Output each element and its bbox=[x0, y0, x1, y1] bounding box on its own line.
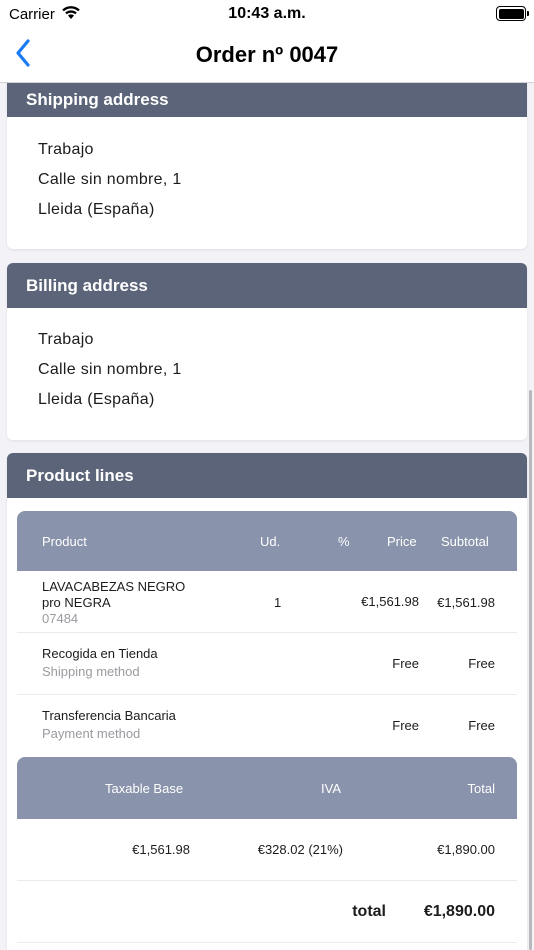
column-header-iva: IVA bbox=[321, 781, 341, 796]
page-title: Order nº 0047 bbox=[195, 42, 339, 67]
billing-address-line: Calle sin nombre, 1 bbox=[38, 361, 182, 378]
shipping-method-label: Shipping method bbox=[42, 664, 140, 679]
product-name: LAVACABEZAS NEGRO pro NEGRA bbox=[42, 579, 186, 610]
table-row: Recogida en Tienda Shipping method Free … bbox=[17, 633, 517, 695]
taxable-base-value: €1,561.98 bbox=[132, 842, 190, 857]
product-quantity: 1 bbox=[274, 595, 282, 610]
total-value: €1,890.00 bbox=[437, 842, 495, 857]
table-row: LAVACABEZAS NEGRO pro NEGRA 07484 1 €1,5… bbox=[17, 571, 517, 633]
column-header-product: Product bbox=[42, 534, 87, 549]
column-header-taxable-base: Taxable Base bbox=[105, 781, 184, 796]
payment-method-label: Payment method bbox=[42, 726, 141, 741]
billing-address-line: Lleida (España) bbox=[38, 391, 155, 408]
status-bar: Carrier 10:43 a.m. bbox=[0, 0, 534, 30]
payment-subtotal: Free bbox=[468, 718, 495, 733]
product-code: 07484 bbox=[42, 611, 79, 626]
scrollbar[interactable] bbox=[529, 390, 532, 950]
shipping-address-title: Shipping address bbox=[26, 90, 169, 109]
grand-total-row: total €1,890.00 bbox=[17, 881, 517, 943]
summary-table-header: Taxable Base IVA Total bbox=[17, 757, 517, 819]
shipping-price: Free bbox=[392, 656, 419, 671]
column-header-units: Ud. bbox=[260, 534, 281, 549]
grand-total-value: €1,890.00 bbox=[423, 903, 495, 920]
status-time: 10:43 a.m. bbox=[228, 5, 306, 22]
product-table: Product Ud. % Price Subtotal LAVACABEZAS… bbox=[17, 511, 517, 943]
billing-address-line: Trabajo bbox=[38, 331, 94, 348]
payment-method-name: Transferencia Bancaria bbox=[42, 708, 176, 723]
column-header-discount: % bbox=[338, 534, 350, 549]
product-lines-card: Product lines Product Ud. % Price Subtot… bbox=[7, 453, 527, 950]
shipping-method-name: Recogida en Tienda bbox=[42, 646, 158, 661]
table-row: Transferencia Bancaria Payment method Fr… bbox=[17, 695, 517, 757]
billing-address-title: Billing address bbox=[26, 275, 148, 295]
shipping-address-line: Calle sin nombre, 1 bbox=[38, 171, 182, 188]
shipping-address-header: Shipping address bbox=[7, 83, 527, 117]
column-header-subtotal: Subtotal bbox=[441, 534, 489, 549]
iva-value: €328.02 (21%) bbox=[257, 842, 343, 857]
column-header-total: Total bbox=[467, 781, 495, 796]
scroll-content[interactable]: Shipping address Trabajo Calle sin nombr… bbox=[0, 83, 534, 950]
battery-icon bbox=[496, 6, 529, 21]
billing-address-card: Billing address Trabajo Calle sin nombre… bbox=[7, 263, 527, 440]
product-subtotal: €1,561.98 bbox=[437, 595, 495, 610]
grand-total-label: total bbox=[352, 903, 386, 920]
navigation-bar: Order nº 0047 bbox=[0, 30, 534, 83]
product-table-header: Product Ud. % Price Subtotal bbox=[17, 511, 517, 571]
shipping-subtotal: Free bbox=[468, 656, 495, 671]
billing-address-header: Billing address bbox=[7, 263, 527, 308]
product-lines-title: Product lines bbox=[26, 465, 134, 485]
product-price: €1,561.98 bbox=[361, 594, 419, 609]
product-lines-header: Product lines bbox=[7, 453, 527, 498]
payment-price: Free bbox=[392, 718, 419, 733]
column-header-price: Price bbox=[387, 534, 417, 549]
shipping-address-line: Trabajo bbox=[38, 141, 94, 158]
shipping-address-card: Shipping address Trabajo Calle sin nombr… bbox=[7, 83, 527, 249]
shipping-address-line: Lleida (España) bbox=[38, 201, 155, 218]
summary-row: €1,561.98 €328.02 (21%) €1,890.00 bbox=[17, 819, 517, 881]
